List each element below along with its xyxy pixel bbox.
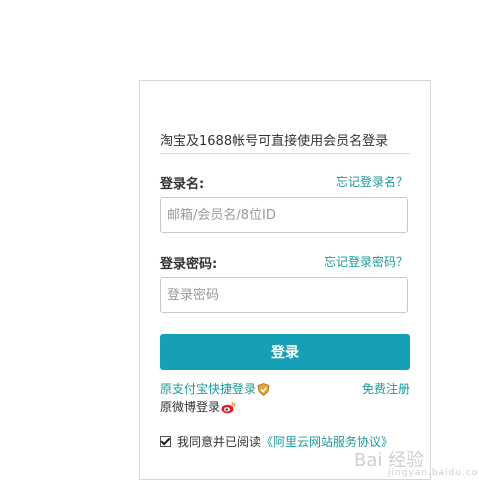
- watermark-url: jingyan.baidu.com: [388, 468, 479, 478]
- password-input[interactable]: [160, 277, 408, 313]
- agree-checkbox[interactable]: [160, 436, 171, 447]
- login-button[interactable]: 登录: [160, 334, 410, 370]
- password-label: 登录密码:: [160, 257, 218, 272]
- login-panel: 淘宝及1688帐号可直接使用会员名登录 登录名: 忘记登录名？ 登录密码: 忘记…: [139, 80, 431, 480]
- username-input[interactable]: [160, 197, 408, 233]
- alipay-login[interactable]: 原支付宝快捷登录: [160, 380, 270, 397]
- weibo-login-link[interactable]: 原微博登录: [160, 400, 220, 414]
- weibo-icon: [221, 401, 236, 414]
- agree-text: 我同意并已阅读: [177, 435, 262, 449]
- register-link[interactable]: 免费注册: [362, 380, 410, 397]
- heading-divider: [160, 153, 410, 154]
- alipay-shield-icon: [257, 383, 270, 396]
- login-heading: 淘宝及1688帐号可直接使用会员名登录: [160, 134, 389, 149]
- forgot-password-link[interactable]: 忘记登录密码？: [324, 253, 408, 270]
- alipay-login-link[interactable]: 原支付宝快捷登录: [160, 382, 256, 396]
- username-label: 登录名:: [160, 177, 205, 192]
- weibo-login[interactable]: 原微博登录: [160, 398, 236, 415]
- watermark: Bai 经验 jingyan.baidu.com: [354, 446, 479, 478]
- forgot-username-link[interactable]: 忘记登录名？: [336, 173, 408, 190]
